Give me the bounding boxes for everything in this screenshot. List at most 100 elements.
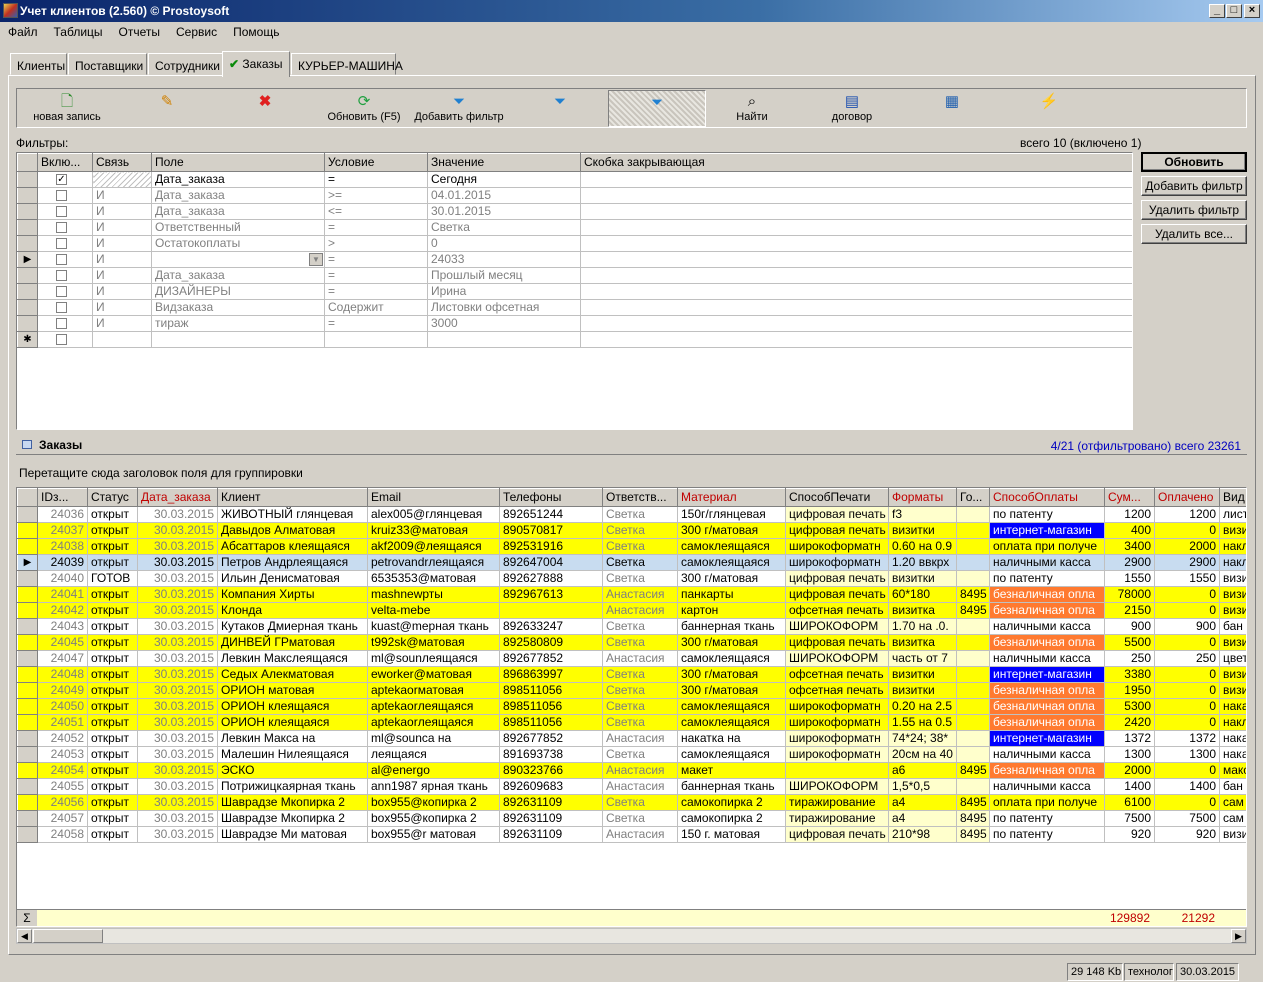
add-filter-button[interactable]: ⏷ Добавить фильтр bbox=[410, 90, 508, 127]
order-cell[interactable]: наличными касса bbox=[989, 650, 1105, 667]
filter-bracket-cell[interactable] bbox=[580, 267, 1132, 284]
orders-col-header[interactable]: Вид bbox=[1219, 488, 1246, 507]
order-cell[interactable]: 1.20 ввкрх bbox=[888, 554, 957, 571]
order-cell[interactable]: ШИРОКОФОРМ bbox=[785, 618, 889, 635]
filter-value-cell[interactable]: 04.01.2015 bbox=[427, 187, 581, 204]
order-cell[interactable]: нака bbox=[1219, 746, 1246, 763]
order-cell[interactable]: безналичная опла bbox=[989, 602, 1105, 619]
order-cell[interactable]: 1550 bbox=[1154, 570, 1220, 587]
order-cell[interactable]: 8495 bbox=[956, 810, 990, 827]
row-indicator[interactable] bbox=[17, 235, 38, 252]
order-cell[interactable]: Кутаков Дмиерная ткань bbox=[217, 618, 368, 635]
order-cell[interactable]: 2000 bbox=[1154, 538, 1220, 555]
order-cell[interactable]: 1.55 на 0.5 bbox=[888, 714, 957, 731]
order-row[interactable]: 24051 открыт 30.03.2015 ОРИОН клеящаяся apte… bbox=[17, 714, 1246, 731]
orders-col-header[interactable]: Сум... bbox=[1104, 488, 1155, 507]
order-cell[interactable]: 2900 bbox=[1154, 554, 1220, 571]
order-cell[interactable]: 210*98 bbox=[888, 826, 957, 843]
order-cell[interactable]: цифровая печать bbox=[785, 506, 889, 523]
order-cell[interactable]: 24041 bbox=[37, 586, 88, 603]
order-cell[interactable]: безналичная опла bbox=[989, 634, 1105, 651]
row-indicator[interactable] bbox=[17, 826, 38, 843]
order-cell[interactable]: aptekaorматовая bbox=[367, 682, 500, 699]
filter-bracket-cell[interactable] bbox=[580, 171, 1132, 188]
filter-value-cell[interactable]: 30.01.2015 bbox=[427, 203, 581, 220]
order-cell[interactable]: 24053 bbox=[37, 746, 88, 763]
order-cell[interactable]: box955@копирка 2 bbox=[367, 810, 500, 827]
order-cell[interactable]: ШИРОКОФОРМ bbox=[785, 650, 889, 667]
order-cell[interactable]: 24051 bbox=[37, 714, 88, 731]
order-row[interactable]: 24050 открыт 30.03.2015 ОРИОН клеящаяся apte… bbox=[17, 698, 1246, 715]
filter-row[interactable]: И Ответственный = Светка bbox=[17, 219, 1132, 236]
filter-row[interactable]: И Дата_заказа >= 04.01.2015 bbox=[17, 187, 1132, 204]
row-indicator[interactable]: ▶ bbox=[17, 251, 38, 268]
order-cell[interactable] bbox=[956, 522, 990, 539]
order-row[interactable]: 24053 открыт 30.03.2015 Малешин Нилеящаяся л… bbox=[17, 746, 1246, 763]
order-row[interactable]: 24038 открыт 30.03.2015 Абсаттаров клеящаяс… bbox=[17, 538, 1246, 555]
order-cell[interactable]: Шаврадзе Мкопирка 2 bbox=[217, 810, 368, 827]
order-cell[interactable]: 1550 bbox=[1104, 570, 1155, 587]
filter-link-cell[interactable]: И bbox=[92, 315, 152, 332]
order-cell[interactable]: 892631109 bbox=[499, 810, 603, 827]
order-cell[interactable]: макс bbox=[1219, 762, 1246, 779]
order-cell[interactable]: Петров Андрлеящаяся bbox=[217, 554, 368, 571]
menu-reports[interactable]: Отчеты bbox=[111, 22, 168, 42]
filter-condition-cell[interactable]: >= bbox=[324, 187, 428, 204]
orders-col-header[interactable]: Ответств... bbox=[602, 488, 678, 507]
order-cell[interactable]: 0 bbox=[1154, 794, 1220, 811]
order-cell[interactable]: открыт bbox=[87, 714, 138, 731]
order-cell[interactable]: 24042 bbox=[37, 602, 88, 619]
order-cell[interactable]: 1300 bbox=[1154, 746, 1220, 763]
order-cell[interactable]: по патенту bbox=[989, 506, 1105, 523]
row-indicator[interactable] bbox=[17, 187, 38, 204]
order-cell[interactable]: Светка bbox=[602, 522, 678, 539]
order-cell[interactable]: открыт bbox=[87, 746, 138, 763]
order-cell[interactable]: 30.03.2015 bbox=[137, 714, 218, 731]
filter-enabled-checkbox[interactable] bbox=[56, 286, 67, 298]
order-row[interactable]: 24037 открыт 30.03.2015 Давыдов Алматовая kr… bbox=[17, 522, 1246, 539]
order-cell[interactable]: макет bbox=[677, 762, 786, 779]
order-cell[interactable]: 30.03.2015 bbox=[137, 778, 218, 795]
order-cell[interactable]: 74*24; 38* bbox=[888, 730, 957, 747]
filter-value-cell[interactable]: Светка bbox=[427, 219, 581, 236]
row-indicator[interactable] bbox=[17, 315, 38, 332]
order-row[interactable]: 24047 открыт 30.03.2015 Левкин Макслеящаяся… bbox=[17, 650, 1246, 667]
order-cell[interactable] bbox=[499, 602, 603, 619]
order-cell[interactable]: а4 bbox=[888, 810, 957, 827]
table-settings-button[interactable]: ▦ bbox=[932, 90, 972, 127]
filter-col-link[interactable]: Связь bbox=[92, 153, 152, 172]
row-indicator[interactable] bbox=[17, 283, 38, 300]
order-cell[interactable]: 1.70 на .0. bbox=[888, 618, 957, 635]
filter-link-cell[interactable] bbox=[92, 171, 152, 188]
order-cell[interactable]: накл bbox=[1219, 554, 1246, 571]
row-indicator[interactable] bbox=[17, 570, 38, 587]
order-row[interactable]: 24057 открыт 30.03.2015 Шаврадзе Мкопирка 2… bbox=[17, 810, 1246, 827]
order-cell[interactable]: alex005@глянцевая bbox=[367, 506, 500, 523]
filter-row[interactable]: И Остатокоплаты >0 bbox=[17, 235, 1132, 252]
order-cell[interactable]: Абсаттаров клеящаяся bbox=[217, 538, 368, 555]
order-cell[interactable]: цифровая печать bbox=[785, 570, 889, 587]
order-cell[interactable]: 300 г/матовая bbox=[677, 570, 786, 587]
row-indicator[interactable] bbox=[17, 762, 38, 779]
filter-row[interactable]: И Дата_заказа = Прошлый месяц bbox=[17, 267, 1132, 284]
order-cell[interactable]: цвет bbox=[1219, 650, 1246, 667]
orders-col-header[interactable]: СпособОплаты bbox=[989, 488, 1105, 507]
order-cell[interactable]: 890570817 bbox=[499, 522, 603, 539]
order-cell[interactable]: визи bbox=[1219, 570, 1246, 587]
row-indicator[interactable] bbox=[17, 538, 38, 555]
order-cell[interactable] bbox=[956, 538, 990, 555]
order-cell[interactable]: 1200 bbox=[1104, 506, 1155, 523]
order-cell[interactable] bbox=[956, 666, 990, 683]
order-cell[interactable]: 0 bbox=[1154, 762, 1220, 779]
order-cell[interactable]: 5500 bbox=[1104, 634, 1155, 651]
order-cell[interactable]: 1950 bbox=[1104, 682, 1155, 699]
orders-col-header[interactable]: Материал bbox=[677, 488, 786, 507]
order-cell[interactable]: 2420 bbox=[1104, 714, 1155, 731]
order-cell[interactable]: 24058 bbox=[37, 826, 88, 843]
order-cell[interactable]: 892633247 bbox=[499, 618, 603, 635]
order-cell[interactable]: 1400 bbox=[1104, 778, 1155, 795]
order-cell[interactable]: нака bbox=[1219, 730, 1246, 747]
order-row[interactable]: 24045 открыт 30.03.2015 ДИНВЕЙ ГРматовая t99… bbox=[17, 634, 1246, 651]
order-cell[interactable]: petrovandrлеящаяся bbox=[367, 554, 500, 571]
order-cell[interactable]: визитка bbox=[888, 634, 957, 651]
